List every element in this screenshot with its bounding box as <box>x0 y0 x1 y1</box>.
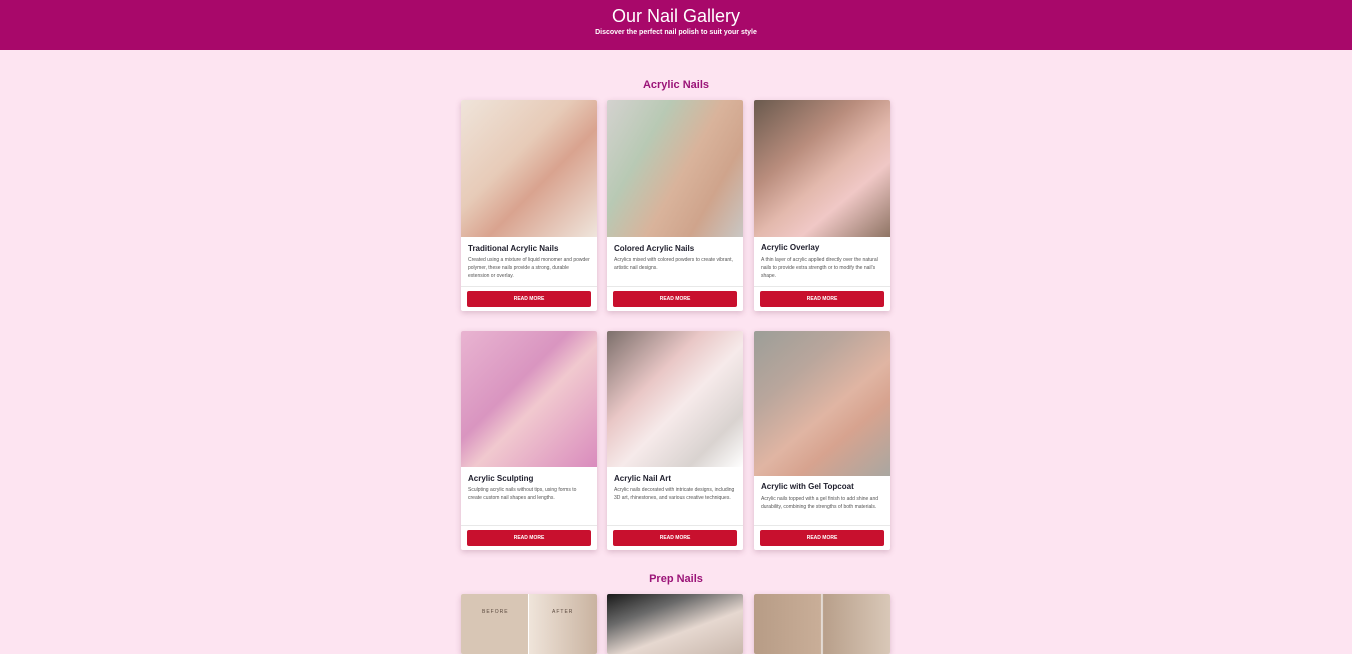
read-more-button[interactable]: READ MORE <box>467 530 591 546</box>
nail-image <box>607 331 743 467</box>
divider <box>607 286 743 287</box>
divider <box>754 525 890 526</box>
read-more-button[interactable]: READ MORE <box>613 291 737 307</box>
nail-image <box>754 594 890 654</box>
nail-image <box>607 100 743 237</box>
card-title: Acrylic Sculpting <box>468 474 534 483</box>
divider <box>754 286 890 287</box>
nail-card: Traditional Acrylic Nails Created using … <box>461 100 597 311</box>
divider <box>461 286 597 287</box>
card-description: Sculpting acrylic nails without tips, us… <box>468 487 577 501</box>
nail-image <box>754 331 890 476</box>
page-title: Our Nail Gallery <box>611 6 741 26</box>
read-more-button[interactable]: READ MORE <box>467 291 591 307</box>
card-description: A thin layer of acrylic applied directly… <box>761 257 878 279</box>
card-description: Acrylics mixed with colored powders to c… <box>614 257 733 271</box>
nail-card: BEFORE AFTER <box>461 594 597 654</box>
card-title: Acrylic Nail Art <box>614 474 672 483</box>
card-title: Traditional Acrylic Nails <box>468 244 559 253</box>
section-title-acrylic-nails: Acrylic Nails <box>642 79 710 91</box>
page-header: Our Nail Gallery Discover the perfect na… <box>0 0 1352 50</box>
nail-image <box>461 100 597 237</box>
nail-card: Acrylic Nail Art Acrylic nails decorated… <box>607 331 743 550</box>
before-label: BEFORE <box>482 609 509 615</box>
card-title: Colored Acrylic Nails <box>614 244 695 253</box>
card-title: Acrylic Overlay <box>761 243 820 252</box>
read-more-button[interactable]: READ MORE <box>613 530 737 546</box>
section-title-prep-nails: Prep Nails <box>649 573 703 585</box>
nail-image <box>461 331 597 467</box>
card-description: Acrylic nails decorated with intricate d… <box>614 487 735 501</box>
nail-card <box>607 594 743 654</box>
nail-image <box>754 100 890 237</box>
nail-image: BEFORE AFTER <box>461 594 597 654</box>
card-description: Acrylic nails topped with a gel finish t… <box>761 496 879 510</box>
nail-card: Colored Acrylic Nails Acrylics mixed wit… <box>607 100 743 311</box>
read-more-button[interactable]: READ MORE <box>760 291 884 307</box>
card-title: Acrylic with Gel Topcoat <box>761 482 854 491</box>
read-more-button[interactable]: READ MORE <box>760 530 884 546</box>
image-divider <box>528 594 529 654</box>
nail-card: Acrylic Sculpting Sculpting acrylic nail… <box>461 331 597 550</box>
divider <box>607 525 743 526</box>
after-label: AFTER <box>552 609 574 615</box>
card-description: Created using a mixture of liquid monome… <box>468 257 590 279</box>
nail-card: Acrylic Overlay A thin layer of acrylic … <box>754 100 890 311</box>
page-subtitle: Discover the perfect nail polish to suit… <box>595 29 757 36</box>
nail-card <box>754 594 890 654</box>
nail-card: Acrylic with Gel Topcoat Acrylic nails t… <box>754 331 890 550</box>
nail-image <box>607 594 743 654</box>
divider <box>461 525 597 526</box>
